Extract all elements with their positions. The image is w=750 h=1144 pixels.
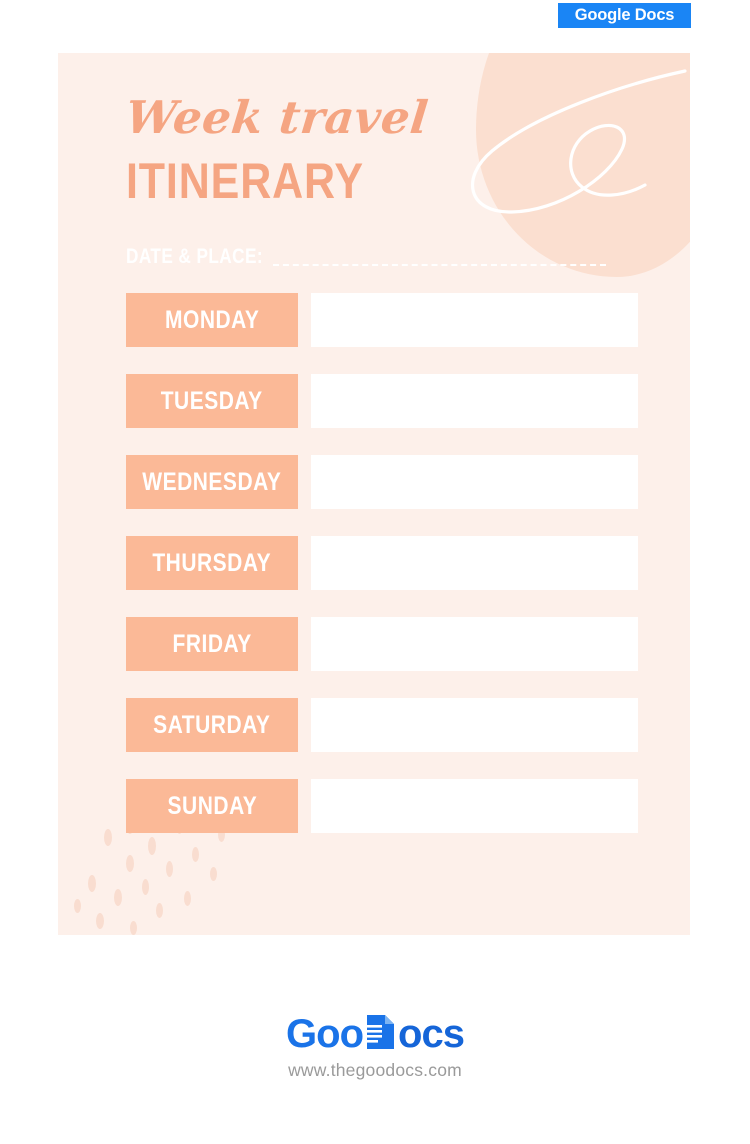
day-chip-sunday: SUNDAY <box>126 779 298 833</box>
day-chip-saturday: SATURDAY <box>126 698 298 752</box>
script-title: Week travel <box>123 91 431 144</box>
note-box-sunday[interactable] <box>311 779 638 833</box>
footer-url[interactable]: www.thegoodocs.com <box>0 1060 750 1081</box>
page-title: ITINERARY <box>126 153 364 209</box>
decorative-squiggle-icon <box>470 69 687 214</box>
day-label: MONDAY <box>164 305 260 334</box>
table-row: WEDNESDAY <box>126 455 638 509</box>
day-chip-thursday: THURSDAY <box>126 536 298 590</box>
day-chip-friday: FRIDAY <box>126 617 298 671</box>
decorative-blob <box>476 53 690 277</box>
day-label: TUESDAY <box>161 386 263 415</box>
footer: Goo ocs www.thegoodocs.com <box>0 1012 750 1081</box>
itinerary-card: Week travel ITINERARY DATE & PLACE: MOND… <box>58 53 690 935</box>
date-and-place-label: DATE & PLACE: <box>126 245 264 268</box>
note-box-friday[interactable] <box>311 617 638 671</box>
logo-text-after: ocs <box>398 1012 465 1056</box>
table-row: TUESDAY <box>126 374 638 428</box>
date-and-place-write-line[interactable] <box>273 264 606 266</box>
table-row: SATURDAY <box>126 698 638 752</box>
note-box-tuesday[interactable] <box>311 374 638 428</box>
day-label: FRIDAY <box>172 629 252 658</box>
note-box-wednesday[interactable] <box>311 455 638 509</box>
day-chip-tuesday: TUESDAY <box>126 374 298 428</box>
day-chip-wednesday: WEDNESDAY <box>126 455 298 509</box>
note-box-thursday[interactable] <box>311 536 638 590</box>
note-box-monday[interactable] <box>311 293 638 347</box>
day-label: THURSDAY <box>152 548 272 577</box>
day-label: SUNDAY <box>167 791 257 820</box>
google-docs-badge: Google Docs <box>558 3 691 28</box>
table-row: THURSDAY <box>126 536 638 590</box>
note-box-saturday[interactable] <box>311 698 638 752</box>
google-docs-badge-label: Google Docs <box>574 6 675 24</box>
day-label: SATURDAY <box>153 710 271 739</box>
date-and-place-field[interactable]: DATE & PLACE: <box>126 245 606 269</box>
goodocs-logo[interactable]: Goo ocs <box>286 1012 465 1057</box>
day-label: WEDNESDAY <box>142 467 282 496</box>
table-row: MONDAY <box>126 293 638 347</box>
table-row: SUNDAY <box>126 779 638 833</box>
document-icon <box>363 1012 397 1057</box>
day-chip-monday: MONDAY <box>126 293 298 347</box>
table-row: FRIDAY <box>126 617 638 671</box>
day-rows: MONDAY TUESDAY WEDNESDAY THURSDAY FRIDAY <box>126 293 638 860</box>
logo-text-before: Goo <box>286 1012 364 1056</box>
